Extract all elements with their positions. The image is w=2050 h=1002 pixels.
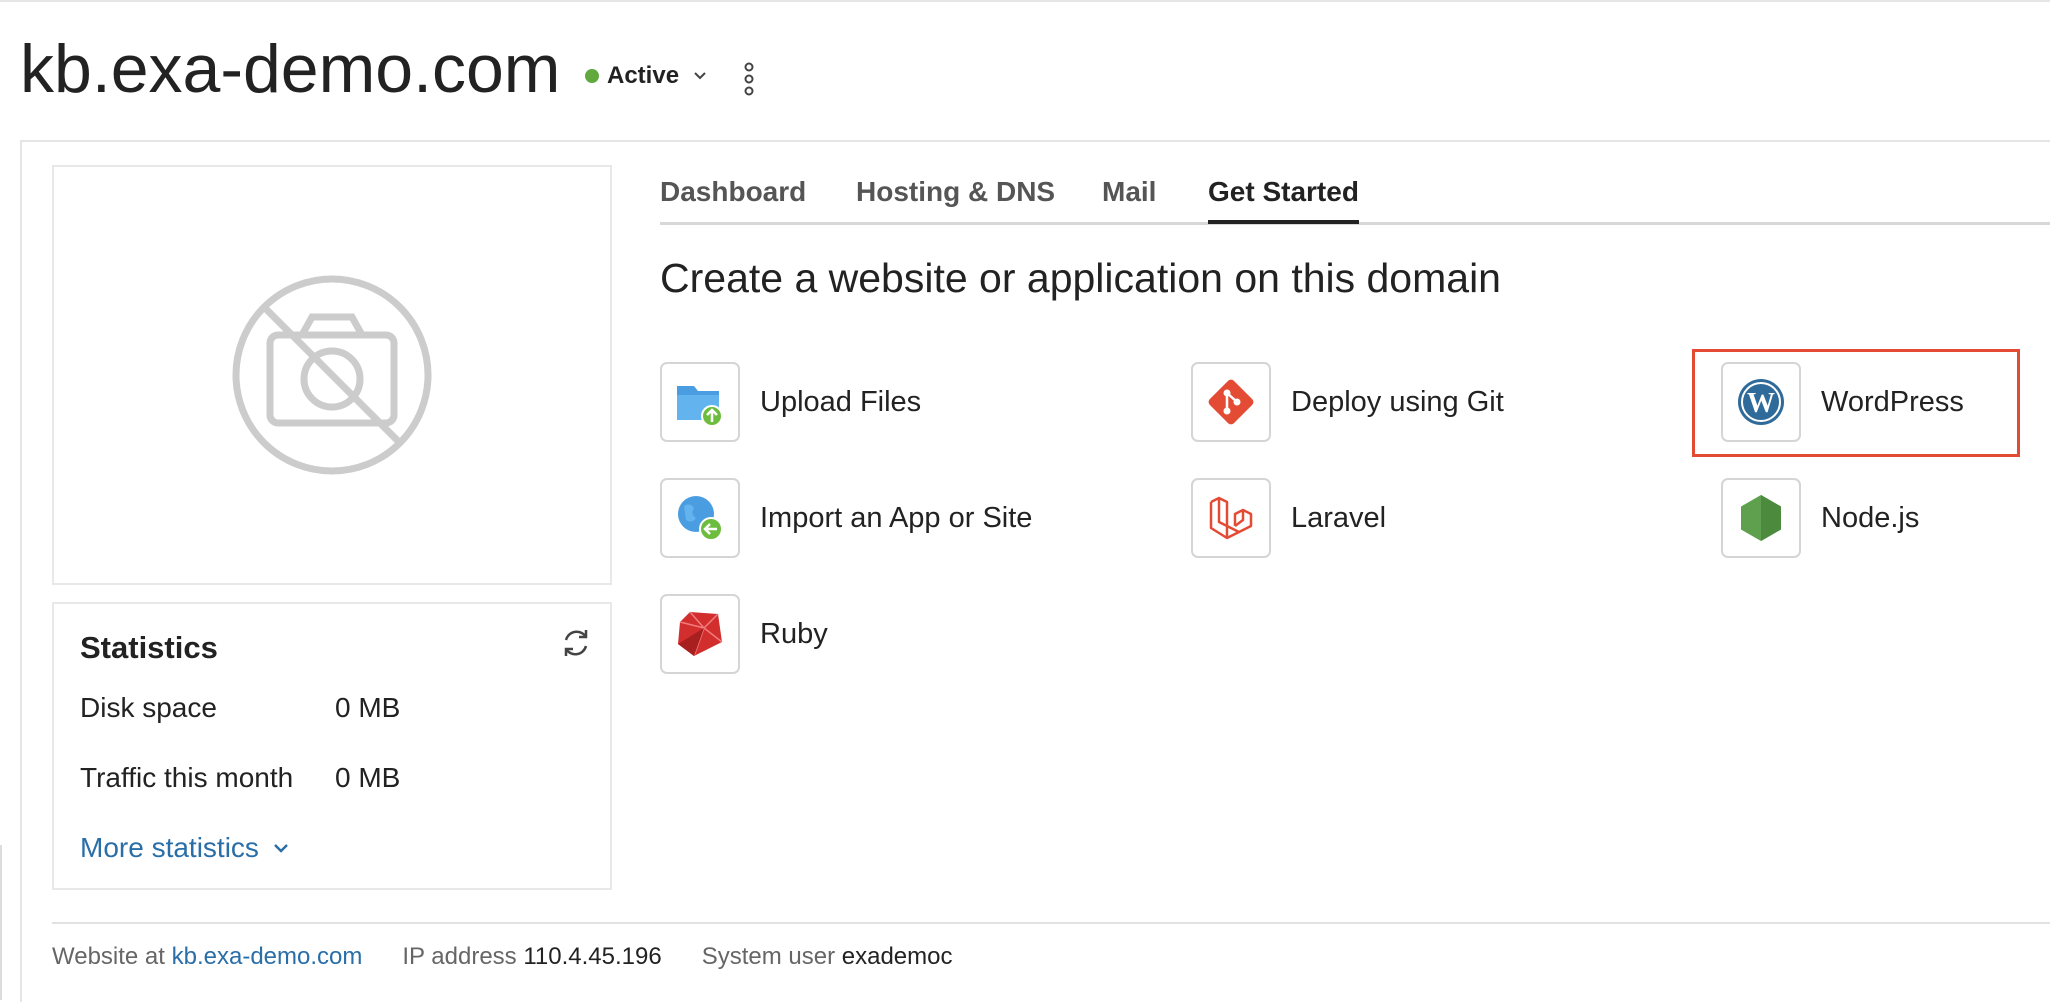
system-user-value: exademoc <box>841 943 953 970</box>
footer-website: Website at kb.exa-demo.com <box>52 943 362 971</box>
ip-label: IP address <box>402 943 517 970</box>
tab-get-started[interactable]: Get Started <box>1208 176 1359 224</box>
app-label: Ruby <box>760 617 828 650</box>
site-preview[interactable] <box>52 165 612 585</box>
footer-divider <box>52 922 2050 924</box>
app-ruby[interactable]: Ruby <box>660 594 828 674</box>
app-label: Upload Files <box>760 385 922 418</box>
statistics-panel: Statistics Disk space 0 MB Traffic this … <box>52 602 612 890</box>
app-upload-files[interactable]: Upload Files <box>660 362 921 442</box>
footer-ip: IP address 110.4.45.196 <box>402 943 661 971</box>
ruby-icon <box>660 594 740 674</box>
laravel-icon <box>1191 478 1271 558</box>
app-label: Laravel <box>1291 501 1387 534</box>
top-divider <box>0 0 2050 2</box>
footer-info: Website at kb.exa-demo.com IP address 11… <box>52 943 952 971</box>
stat-value: 0 MB <box>335 692 401 723</box>
more-actions-icon[interactable] <box>742 62 756 96</box>
stat-value: 0 MB <box>335 762 401 793</box>
app-deploy-git[interactable]: Deploy using Git <box>1191 362 1504 442</box>
ip-value: 110.4.45.196 <box>523 943 662 970</box>
app-nodejs[interactable]: Node.js <box>1721 478 1919 558</box>
footer-system-user: System user exademoc <box>702 943 953 971</box>
status-dropdown[interactable]: Active <box>585 62 707 90</box>
wordpress-highlight-box <box>1692 349 2020 457</box>
system-user-label: System user <box>701 943 836 970</box>
left-edge-line <box>0 845 2 1000</box>
tab-dashboard[interactable]: Dashboard <box>660 176 806 208</box>
no-camera-icon <box>232 275 432 475</box>
statistics-title: Statistics <box>80 630 218 665</box>
git-icon <box>1191 362 1271 442</box>
stat-label: Disk space <box>80 692 217 723</box>
more-statistics-link[interactable]: More statistics <box>80 832 289 864</box>
more-statistics-label: More statistics <box>80 832 259 863</box>
app-label: Import an App or Site <box>760 501 1033 534</box>
nodejs-icon <box>1721 478 1801 558</box>
app-label: Deploy using Git <box>1291 385 1504 418</box>
chevron-down-icon <box>274 844 288 853</box>
website-link[interactable]: kb.exa-demo.com <box>172 943 363 970</box>
chevron-down-icon <box>694 72 706 80</box>
app-label: Node.js <box>1821 501 1920 534</box>
app-laravel[interactable]: Laravel <box>1191 478 1386 558</box>
domain-title: kb.exa-demo.com <box>20 31 561 107</box>
tab-mail[interactable]: Mail <box>1102 176 1156 208</box>
status-label: Active <box>607 62 680 89</box>
upload-folder-icon <box>660 362 740 442</box>
refresh-icon[interactable] <box>559 626 593 660</box>
import-globe-icon <box>660 478 740 558</box>
status-dot-icon <box>585 69 599 83</box>
tab-hosting-dns[interactable]: Hosting & DNS <box>856 176 1055 208</box>
stat-row-traffic: Traffic this month 0 MB <box>80 762 400 794</box>
section-heading: Create a website or application on this … <box>660 255 1501 301</box>
app-import-site[interactable]: Import an App or Site <box>660 478 1032 558</box>
website-prefix: Website at <box>52 943 165 970</box>
tab-bar: Dashboard Hosting & DNS Mail Get Started <box>660 172 2050 225</box>
stat-row-disk: Disk space 0 MB <box>80 692 400 724</box>
stat-label: Traffic this month <box>80 762 294 793</box>
